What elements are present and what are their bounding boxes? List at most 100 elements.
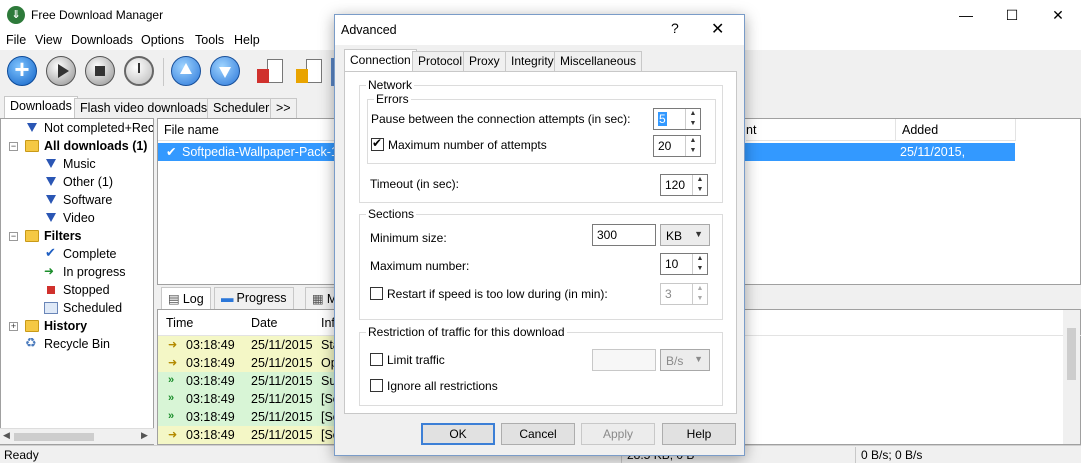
timeout-spinbox[interactable]: 120 ▲ ▼	[660, 174, 708, 196]
log-row[interactable]: » 03:18:49 25/11/2015 [Se	[158, 390, 358, 408]
tab-more[interactable]: >>	[270, 98, 297, 118]
log-row[interactable]: » 03:18:49 25/11/2015 [Se	[158, 408, 358, 426]
column-time[interactable]: Time	[166, 316, 193, 330]
download-arrow-icon	[44, 212, 58, 224]
log-icon: ▤	[168, 292, 180, 306]
close-button[interactable]: ✕	[1035, 0, 1081, 30]
report-icon[interactable]	[257, 57, 285, 85]
scrollbar-thumb[interactable]	[1067, 328, 1076, 380]
collapse-toggle[interactable]: −	[9, 142, 18, 151]
column-partial[interactable]: nt	[746, 119, 896, 141]
tab-flash-video-downloads[interactable]: Flash video downloads	[74, 98, 214, 118]
maximize-button[interactable]: ☐	[989, 0, 1035, 30]
tab-log[interactable]: ▤ Log	[161, 287, 211, 309]
limit-traffic-input[interactable]	[592, 349, 656, 371]
min-size-unit-select[interactable]: KB ▼	[660, 224, 710, 246]
spin-up-icon[interactable]: ▲	[692, 254, 707, 264]
tab-connection[interactable]: Connection	[344, 49, 417, 72]
start-icon[interactable]	[46, 56, 76, 86]
max-attempts-checkbox[interactable]	[371, 136, 384, 151]
menu-view[interactable]: View	[35, 33, 62, 47]
log-success-icon: »	[168, 392, 175, 404]
connection-panel: Network Errors Pause between the connect…	[344, 71, 737, 414]
report-flag-icon[interactable]	[296, 57, 324, 85]
menu-options[interactable]: Options	[141, 33, 184, 47]
ignore-restrictions-checkbox[interactable]	[370, 379, 383, 392]
tab-protocol[interactable]: Protocol	[412, 51, 469, 71]
move-up-icon[interactable]	[171, 56, 201, 86]
max-attempts-spinbox[interactable]: 20 ▲ ▼	[653, 135, 701, 157]
restart-checkbox[interactable]	[370, 287, 383, 300]
column-file-name[interactable]: File name	[158, 119, 338, 141]
help-button[interactable]: Help	[662, 423, 736, 445]
restart-spinbox[interactable]: 3 ▲ ▼	[660, 283, 708, 305]
cancel-button[interactable]: Cancel	[501, 423, 575, 445]
spin-down-icon[interactable]: ▼	[685, 119, 700, 129]
tab-progress[interactable]: ▬ Progress	[214, 287, 294, 309]
menu-help[interactable]: Help	[234, 33, 260, 47]
spin-up-icon[interactable]: ▲	[685, 109, 700, 119]
log-row[interactable]: ➜ 03:18:49 25/11/2015 Sta	[158, 336, 358, 354]
stop-icon[interactable]	[85, 56, 115, 86]
media-icon: ▦	[312, 292, 324, 306]
max-number-label: Maximum number:	[370, 259, 470, 273]
spin-up-icon[interactable]: ▲	[692, 284, 707, 294]
tab-scheduler[interactable]: Scheduler	[207, 98, 276, 118]
max-number-spinbox[interactable]: 10 ▲ ▼	[660, 253, 708, 275]
apply-button[interactable]: Apply	[581, 423, 655, 445]
pause-spinbox[interactable]: 5 ▲ ▼	[653, 108, 701, 130]
advanced-dialog: Advanced ? ✕ Connection Protocol Proxy I…	[334, 14, 745, 456]
log-row[interactable]: ➜ 03:18:49 25/11/2015 [Se	[158, 426, 358, 444]
collapse-toggle[interactable]: −	[9, 232, 18, 241]
chevron-down-icon: ▼	[694, 229, 703, 239]
log-row[interactable]: ➜ 03:18:49 25/11/2015 Op	[158, 354, 358, 372]
spin-up-icon[interactable]: ▲	[685, 136, 700, 146]
log-success-icon: »	[168, 410, 175, 422]
scheduler-icon[interactable]	[124, 56, 154, 86]
limit-traffic-unit-select[interactable]: B/s ▼	[660, 349, 710, 371]
close-icon[interactable]: ✕	[711, 19, 724, 39]
column-date[interactable]: Date	[251, 316, 277, 330]
add-download-icon[interactable]	[7, 54, 37, 86]
move-down-icon[interactable]	[210, 56, 240, 86]
min-size-input[interactable]: 300	[592, 224, 656, 246]
errors-group: Errors Pause between the connection atte…	[367, 92, 716, 164]
dialog-title-bar: Advanced ? ✕	[335, 15, 744, 45]
minimize-button[interactable]: —	[943, 0, 989, 30]
min-size-label: Minimum size:	[370, 231, 447, 245]
help-icon[interactable]: ?	[671, 20, 679, 36]
spin-up-icon[interactable]: ▲	[692, 175, 707, 185]
limit-traffic-checkbox[interactable]	[370, 353, 383, 366]
scrollbar-thumb[interactable]	[14, 433, 94, 441]
column-added[interactable]: Added	[896, 119, 1016, 141]
log-row[interactable]: » 03:18:49 25/11/2015 Suc	[158, 372, 358, 390]
spin-down-icon[interactable]: ▼	[692, 294, 707, 304]
menu-file[interactable]: File	[6, 33, 26, 47]
chevron-down-icon: ▼	[694, 354, 703, 364]
tree-horizontal-scrollbar[interactable]: ◀ ▶	[0, 428, 154, 444]
status-text: Ready	[4, 448, 39, 462]
expand-toggle[interactable]: +	[9, 322, 18, 331]
restriction-group: Restriction of traffic for this download…	[359, 325, 723, 406]
tab-downloads[interactable]: Downloads	[4, 96, 78, 118]
ignore-restrictions-label: Ignore all restrictions	[387, 379, 498, 393]
ok-button[interactable]: OK	[421, 423, 495, 445]
scroll-left-icon[interactable]: ◀	[3, 430, 10, 441]
spin-down-icon[interactable]: ▼	[692, 185, 707, 195]
column-info[interactable]: Inf	[321, 316, 335, 330]
sections-group-label: Sections	[366, 207, 417, 221]
download-arrow-icon	[44, 176, 58, 188]
spin-down-icon[interactable]: ▼	[692, 264, 707, 274]
scroll-right-icon[interactable]: ▶	[141, 430, 148, 441]
menu-tools[interactable]: Tools	[195, 33, 224, 47]
restriction-group-label: Restriction of traffic for this download	[366, 325, 567, 339]
menu-downloads[interactable]: Downloads	[71, 33, 133, 47]
log-vertical-scrollbar[interactable]	[1063, 310, 1080, 444]
green-arrow-icon	[44, 262, 58, 280]
tab-miscellaneous[interactable]: Miscellaneous	[554, 51, 643, 71]
restart-label: Restart if speed is too low during (in m…	[387, 287, 608, 301]
tab-proxy[interactable]: Proxy	[463, 51, 506, 71]
tab-integrity[interactable]: Integrity	[505, 51, 560, 71]
toolbar-separator	[163, 58, 164, 86]
spin-down-icon[interactable]: ▼	[685, 146, 700, 156]
